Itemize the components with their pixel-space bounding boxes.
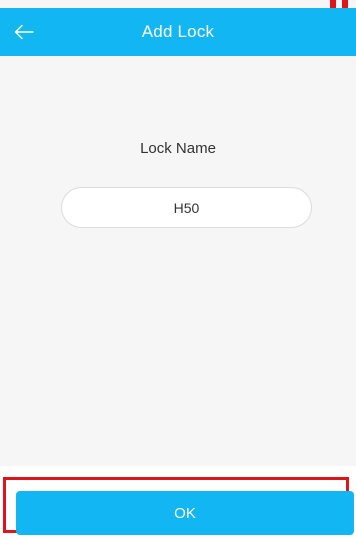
- arrow-left-icon: [14, 24, 34, 40]
- ok-button[interactable]: OK: [16, 491, 354, 535]
- add-lock-screen: Add Lock Lock Name OK: [0, 0, 356, 539]
- lock-name-label: Lock Name: [140, 140, 216, 157]
- back-button[interactable]: [14, 8, 50, 56]
- app-header: Add Lock: [0, 8, 356, 56]
- lock-name-input[interactable]: [61, 187, 312, 228]
- page-title: Add Lock: [141, 22, 215, 41]
